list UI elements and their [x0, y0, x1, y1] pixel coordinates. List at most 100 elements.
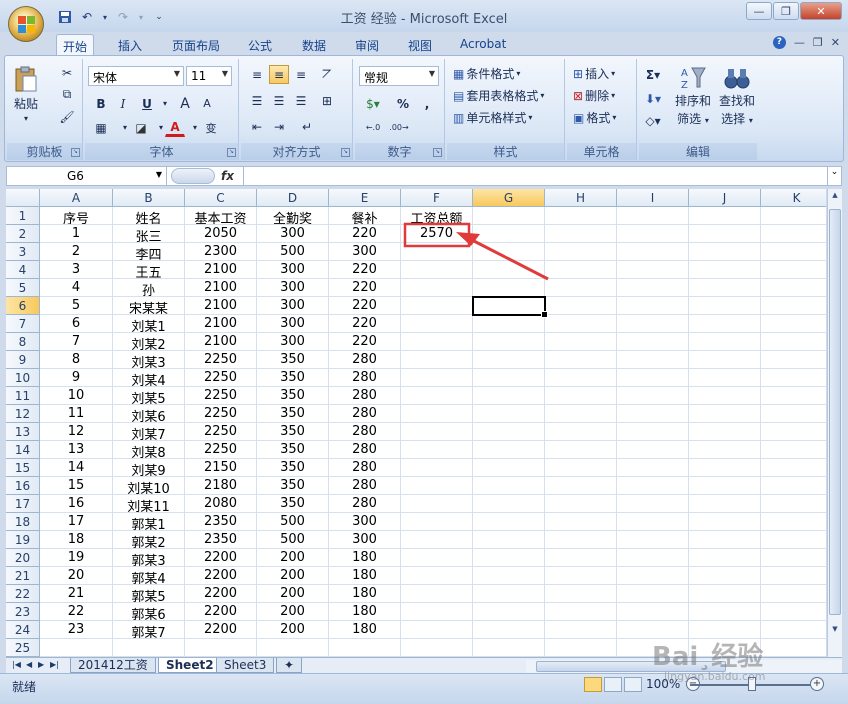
- last-sheet-icon[interactable]: ▶|: [50, 660, 59, 669]
- cell-i4[interactable]: [617, 261, 689, 279]
- cell-h16[interactable]: [545, 477, 617, 495]
- cell-c19[interactable]: 2350: [185, 531, 257, 549]
- cell-a13[interactable]: 12: [40, 423, 113, 441]
- cell-f8[interactable]: [401, 333, 473, 351]
- row-header[interactable]: 18: [6, 513, 40, 531]
- sheet-tab-sheet3[interactable]: Sheet3: [216, 658, 275, 673]
- cell-c14[interactable]: 2250: [185, 441, 257, 459]
- cell-f24[interactable]: [401, 621, 473, 639]
- cell-k10[interactable]: [761, 369, 826, 387]
- cell-e18[interactable]: 300: [329, 513, 401, 531]
- decrease-decimal-icon[interactable]: .00→: [387, 118, 411, 137]
- cell-k5[interactable]: [761, 279, 826, 297]
- vertical-scrollbar[interactable]: ▲ ▼: [827, 189, 842, 657]
- row-header[interactable]: 5: [6, 279, 40, 297]
- zoom-in-icon[interactable]: +: [810, 677, 824, 691]
- row-header[interactable]: 11: [6, 387, 40, 405]
- find-select-button[interactable]: 查找和 选择 ▾: [719, 65, 755, 127]
- cell-c2[interactable]: 2050: [185, 225, 257, 243]
- cell-k19[interactable]: [761, 531, 826, 549]
- restore-workbook-button[interactable]: ❐: [813, 36, 823, 49]
- cell-g16[interactable]: [473, 477, 545, 495]
- cell-h25[interactable]: [545, 639, 617, 657]
- cell-e19[interactable]: 300: [329, 531, 401, 549]
- cell-f6[interactable]: [401, 297, 473, 315]
- cell-f9[interactable]: [401, 351, 473, 369]
- cell-b2[interactable]: 张三: [113, 225, 185, 243]
- column-header-g[interactable]: G: [473, 189, 545, 207]
- fill-color-icon[interactable]: ◪: [131, 118, 151, 137]
- cell-j15[interactable]: [689, 459, 761, 477]
- cell-j18[interactable]: [689, 513, 761, 531]
- cell-i23[interactable]: [617, 603, 689, 621]
- cell-d22[interactable]: 200: [257, 585, 329, 603]
- cell-g14[interactable]: [473, 441, 545, 459]
- cell-a12[interactable]: 11: [40, 405, 113, 423]
- cell-h17[interactable]: [545, 495, 617, 513]
- cell-k22[interactable]: [761, 585, 826, 603]
- formula-cancel-enter-icon[interactable]: [171, 168, 215, 184]
- cell-a17[interactable]: 16: [40, 495, 113, 513]
- cell-b11[interactable]: 刘某5: [113, 387, 185, 405]
- cell-g18[interactable]: [473, 513, 545, 531]
- cell-i20[interactable]: [617, 549, 689, 567]
- cell-i1[interactable]: [617, 207, 689, 225]
- cell-j22[interactable]: [689, 585, 761, 603]
- cell-e4[interactable]: 220: [329, 261, 401, 279]
- cell-d20[interactable]: 200: [257, 549, 329, 567]
- cell-g17[interactable]: [473, 495, 545, 513]
- tab-page-layout[interactable]: 页面布局: [166, 34, 226, 56]
- underline-dropdown-icon[interactable]: ▾: [155, 94, 175, 113]
- cell-e10[interactable]: 280: [329, 369, 401, 387]
- prev-sheet-icon[interactable]: ◀: [26, 660, 32, 669]
- cell-b14[interactable]: 刘某8: [113, 441, 185, 459]
- cell-d10[interactable]: 350: [257, 369, 329, 387]
- cell-c13[interactable]: 2250: [185, 423, 257, 441]
- cell-c20[interactable]: 2200: [185, 549, 257, 567]
- row-header[interactable]: 8: [6, 333, 40, 351]
- cell-e11[interactable]: 280: [329, 387, 401, 405]
- cell-a1[interactable]: 序号: [40, 207, 113, 225]
- cell-e5[interactable]: 220: [329, 279, 401, 297]
- cell-h1[interactable]: [545, 207, 617, 225]
- name-box[interactable]: G6 ▼: [7, 167, 167, 185]
- cell-h4[interactable]: [545, 261, 617, 279]
- column-header-a[interactable]: A: [40, 189, 113, 207]
- normal-view-icon[interactable]: [584, 677, 602, 692]
- cell-e1[interactable]: 餐补: [329, 207, 401, 225]
- cell-f1[interactable]: 工资总额: [401, 207, 473, 225]
- row-header[interactable]: 4: [6, 261, 40, 279]
- cell-g21[interactable]: [473, 567, 545, 585]
- page-layout-view-icon[interactable]: [604, 677, 622, 692]
- cell-f14[interactable]: [401, 441, 473, 459]
- cell-b22[interactable]: 郭某5: [113, 585, 185, 603]
- cell-h2[interactable]: [545, 225, 617, 243]
- cell-j5[interactable]: [689, 279, 761, 297]
- cell-j11[interactable]: [689, 387, 761, 405]
- copy-icon[interactable]: ⧉: [57, 85, 77, 104]
- cell-e15[interactable]: 280: [329, 459, 401, 477]
- row-header[interactable]: 22: [6, 585, 40, 603]
- cell-a9[interactable]: 8: [40, 351, 113, 369]
- cell-h5[interactable]: [545, 279, 617, 297]
- row-header[interactable]: 20: [6, 549, 40, 567]
- cell-a3[interactable]: 2: [40, 243, 113, 261]
- cell-g25[interactable]: [473, 639, 545, 657]
- clear-icon[interactable]: ◇▾: [643, 111, 663, 130]
- cell-g20[interactable]: [473, 549, 545, 567]
- underline-button[interactable]: U: [137, 94, 157, 113]
- cell-e16[interactable]: 280: [329, 477, 401, 495]
- format-cells-button[interactable]: ▣ 格式 ▾: [573, 109, 616, 126]
- cell-f12[interactable]: [401, 405, 473, 423]
- cell-i18[interactable]: [617, 513, 689, 531]
- cell-a20[interactable]: 19: [40, 549, 113, 567]
- cell-a4[interactable]: 3: [40, 261, 113, 279]
- cell-e22[interactable]: 180: [329, 585, 401, 603]
- cell-k14[interactable]: [761, 441, 826, 459]
- phonetic-button[interactable]: 变: [201, 118, 221, 137]
- cell-g10[interactable]: [473, 369, 545, 387]
- insert-sheet-icon[interactable]: ✦: [276, 658, 302, 673]
- cell-f20[interactable]: [401, 549, 473, 567]
- cell-h11[interactable]: [545, 387, 617, 405]
- cell-f4[interactable]: [401, 261, 473, 279]
